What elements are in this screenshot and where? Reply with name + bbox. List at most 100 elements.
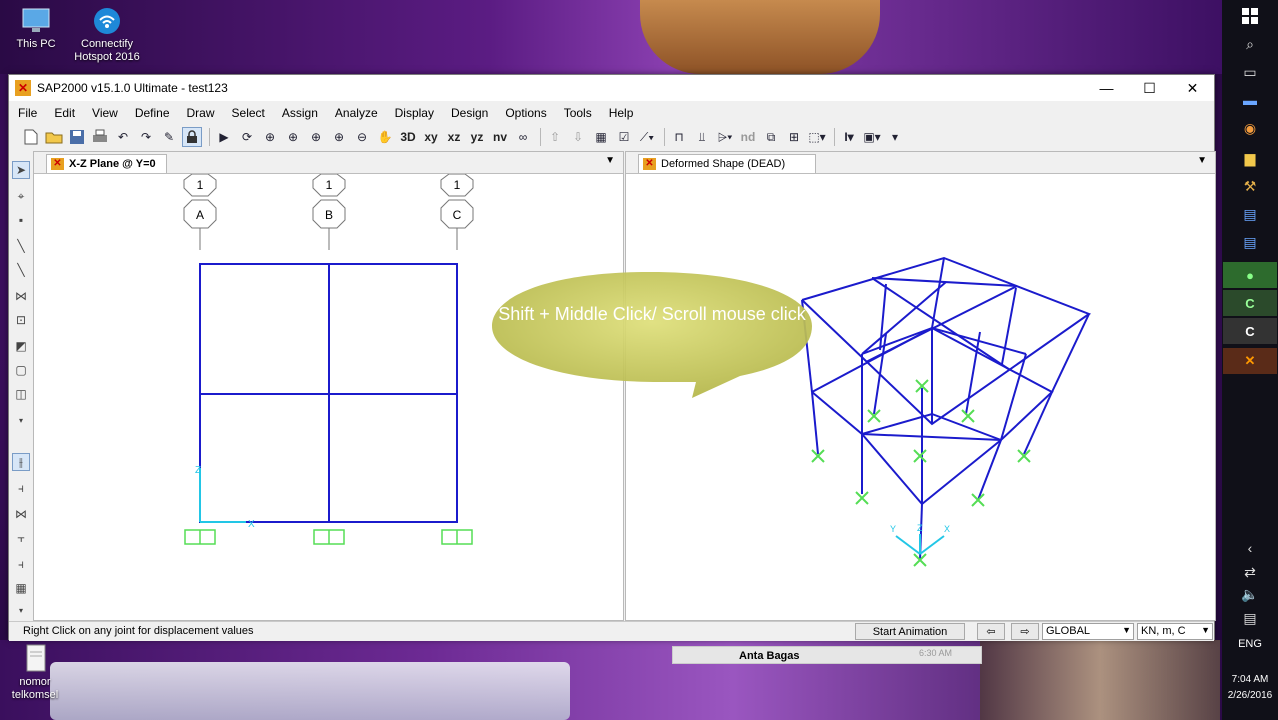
draw-poly-area-icon[interactable]: ◩ — [12, 337, 30, 355]
tab-deformed-shape[interactable]: ✕ Deformed Shape (DEAD) — [638, 154, 816, 173]
snap-joints-icon[interactable]: ⫲ — [12, 453, 30, 471]
chevron-down-icon[interactable]: ▼ — [605, 155, 615, 166]
menu-assign[interactable]: Assign — [273, 103, 326, 123]
title-bar[interactable]: ✕ SAP2000 v15.1.0 Ultimate - test123 — ☐… — [9, 75, 1214, 101]
app-window-icon[interactable]: ▤ — [1234, 202, 1266, 226]
run-icon[interactable]: ▶ — [214, 127, 234, 147]
zoom-rubber-band-icon[interactable]: ⊕ — [260, 127, 280, 147]
network-icon[interactable]: ⇄ — [1234, 560, 1266, 584]
next-button[interactable]: ⇨ — [1011, 623, 1039, 640]
draw-joint-icon[interactable]: ▪ — [12, 211, 30, 229]
grid-bubble-2[interactable]: 1 B — [312, 174, 346, 250]
app-tool-icon[interactable]: ⚒ — [1234, 174, 1266, 198]
draw-rect-area-icon[interactable]: ▢ — [12, 361, 30, 379]
notification-toast[interactable]: Anta Bagas 6:30 AM — [672, 646, 982, 664]
menu-draw[interactable]: Draw — [178, 103, 223, 123]
chrome-icon[interactable]: ◉ — [1234, 116, 1266, 140]
left-toolbar-more-icon[interactable]: ▾ — [12, 411, 30, 429]
pencil-icon[interactable]: ✎ — [159, 127, 179, 147]
view-xz-button[interactable]: xz — [444, 127, 464, 147]
menu-view[interactable]: View — [83, 103, 126, 123]
sap2000-taskbar-icon[interactable]: ✕ — [1223, 348, 1277, 374]
fixed-supports-2d[interactable] — [184, 529, 473, 545]
lock-icon[interactable] — [182, 127, 202, 147]
menu-help[interactable]: Help — [600, 103, 642, 123]
print-icon[interactable] — [90, 127, 110, 147]
desktop-icon-this-pc[interactable]: This PC — [1, 6, 71, 50]
undo-icon[interactable]: ↶ — [113, 127, 133, 147]
file-explorer-icon[interactable]: ▆ — [1234, 146, 1266, 170]
menu-tools[interactable]: Tools — [555, 103, 600, 123]
volume-icon[interactable]: 🔈 — [1234, 582, 1266, 606]
menu-design[interactable]: Design — [442, 103, 496, 123]
line-app-icon[interactable]: ● — [1223, 262, 1277, 288]
refresh-icon[interactable]: ⟳ — [237, 127, 257, 147]
menu-options[interactable]: Options — [496, 103, 554, 123]
tab-xz-plane[interactable]: ✕ X-Z Plane @ Y=0 — [46, 154, 167, 173]
grid-bubble-3[interactable]: 1 C — [440, 174, 474, 250]
open-folder-icon[interactable] — [44, 127, 64, 147]
zoom-in-icon[interactable]: ⊕ — [306, 127, 326, 147]
maximize-button[interactable]: ☐ — [1128, 75, 1171, 101]
draw-frame-icon[interactable]: ⟋▾ — [637, 127, 657, 147]
section-icon[interactable]: I▾ — [839, 127, 859, 147]
prev-button[interactable]: ⇦ — [977, 623, 1005, 640]
camtasia-icon[interactable]: C — [1223, 290, 1277, 316]
move-down-icon[interactable]: ⇩ — [568, 127, 588, 147]
redo-icon[interactable]: ↷ — [136, 127, 156, 147]
menu-file[interactable]: File — [9, 103, 45, 123]
draw-frame-bay-icon[interactable]: ⊓ — [669, 127, 689, 147]
grid-bubble-1[interactable]: 1 A — [183, 174, 217, 250]
save-icon[interactable] — [67, 127, 87, 147]
pan-hand-icon[interactable]: ✋ — [375, 127, 395, 147]
menu-analyze[interactable]: Analyze — [326, 103, 386, 123]
zoom-step-icon[interactable]: ⊕ — [329, 127, 349, 147]
chevron-down-icon[interactable]: ▼ — [1197, 155, 1207, 166]
clock-date[interactable]: 2/26/2016 — [1222, 690, 1278, 701]
app-window-2-icon[interactable]: ▤ — [1234, 230, 1266, 254]
task-view-icon[interactable]: ▭ — [1234, 60, 1266, 84]
assign-joint-icon[interactable]: ⧉ — [761, 127, 781, 147]
display-options-icon[interactable]: ▦ — [591, 127, 611, 147]
move-up-icon[interactable]: ⇧ — [545, 127, 565, 147]
view-xy-button[interactable]: xy — [421, 127, 441, 147]
view-nv-button[interactable]: nv — [490, 127, 510, 147]
zoom-restore-icon[interactable]: ⊕ — [283, 127, 303, 147]
coord-system-select[interactable]: GLOBAL ▼ — [1042, 623, 1134, 640]
draw-beam-icon[interactable]: ⫫ — [692, 127, 712, 147]
menu-edit[interactable]: Edit — [45, 103, 83, 123]
display-color-icon[interactable]: ▣▾ — [862, 127, 882, 147]
view-yz-button[interactable]: yz — [467, 127, 487, 147]
zoom-out-icon[interactable]: ⊖ — [352, 127, 372, 147]
camtasia-recorder-icon[interactable]: C — [1223, 318, 1277, 344]
deformed-shape-icon[interactable]: ⬚▾ — [807, 127, 827, 147]
draw-line-alt-icon[interactable]: ╲ — [12, 261, 30, 279]
draw-link-icon[interactable]: ⋈ — [12, 287, 30, 305]
desktop-icon-connectify[interactable]: Connectify Hotspot 2016 — [72, 6, 142, 64]
clock-time[interactable]: 7:04 AM — [1222, 674, 1278, 685]
deformed-frame-3d[interactable] — [801, 256, 1092, 561]
view-nd-button[interactable]: nd — [738, 127, 758, 147]
snap-ends-icon[interactable]: ⫞ — [12, 479, 30, 497]
draw-solid-icon[interactable]: ◫ — [12, 385, 30, 403]
menu-define[interactable]: Define — [126, 103, 178, 123]
minimize-button[interactable]: — — [1085, 75, 1128, 101]
perspective-icon[interactable]: ∞ — [513, 127, 533, 147]
view-3d-button[interactable]: 3D — [398, 127, 418, 147]
draw-area-icon[interactable]: ⊡ — [12, 311, 30, 329]
close-button[interactable]: ✕ — [1171, 75, 1214, 101]
new-file-icon[interactable] — [21, 127, 41, 147]
language-indicator[interactable]: ENG — [1222, 638, 1278, 650]
pointer-icon[interactable]: ➤ — [12, 161, 30, 179]
frame-members[interactable] — [199, 263, 458, 523]
chevron-left-icon[interactable]: ‹ — [1234, 536, 1266, 560]
draw-line-icon[interactable]: ╲ — [12, 237, 30, 255]
menu-display[interactable]: Display — [386, 103, 442, 123]
units-select[interactable]: KN, m, C ▼ — [1137, 623, 1213, 640]
snap-lines-icon[interactable]: ⫞ — [12, 555, 30, 573]
reshaper-icon[interactable]: ⌖ — [12, 187, 30, 205]
snap-more-icon[interactable]: ▾ — [12, 601, 30, 619]
draw-brace-icon[interactable]: ⩥▾ — [715, 127, 735, 147]
toolbar-overflow-icon[interactable]: ▾ — [885, 127, 905, 147]
snap-fine-grid-icon[interactable]: ▦ — [12, 579, 30, 597]
